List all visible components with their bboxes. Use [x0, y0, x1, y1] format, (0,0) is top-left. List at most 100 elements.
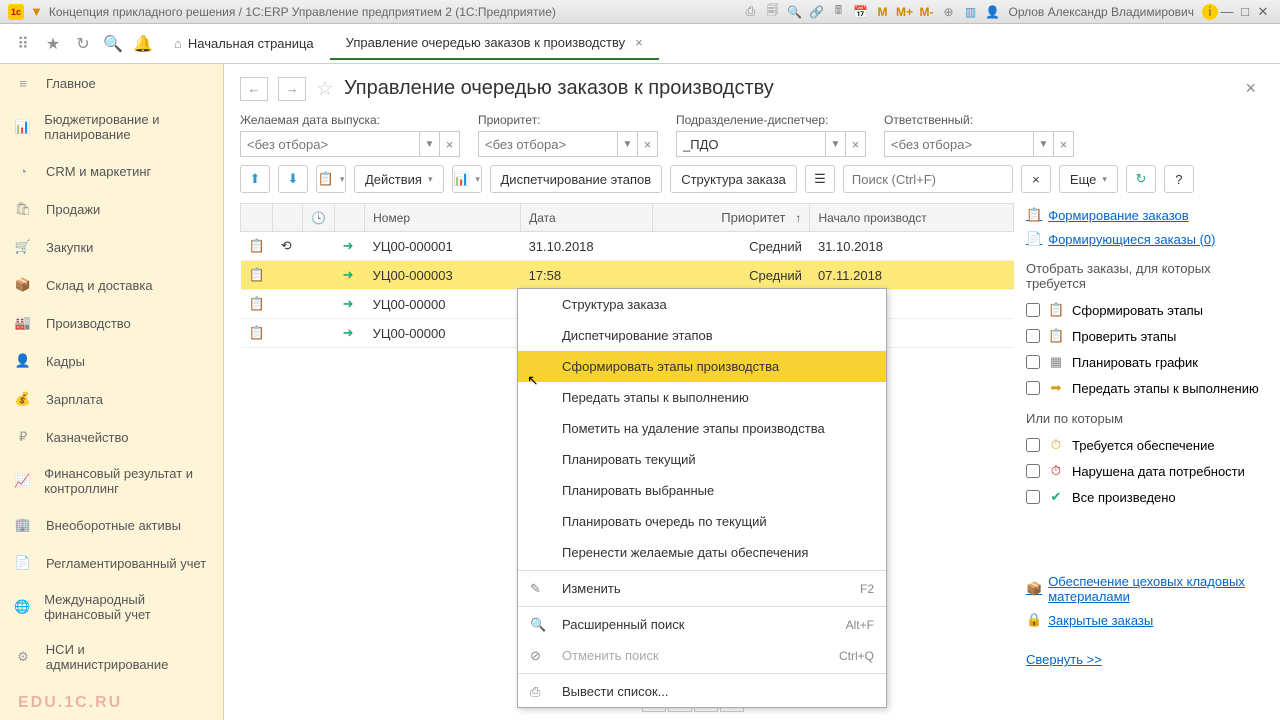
sidebar-item-crm[interactable]: ◔CRM и маркетинг: [0, 152, 223, 190]
link-forming-orders[interactable]: 📄Формирующиеся заказы (0): [1026, 227, 1264, 251]
structure-button[interactable]: Структура заказа: [670, 165, 797, 193]
context-menu-item[interactable]: Сформировать этапы производства: [518, 351, 886, 382]
move-down-button[interactable]: ⬇: [278, 165, 308, 193]
context-menu-item[interactable]: ⊘Отменить поискCtrl+Q: [518, 640, 886, 671]
context-menu-item[interactable]: Планировать очередь по текущий: [518, 506, 886, 537]
forward-button[interactable]: →: [278, 77, 306, 101]
panels-icon[interactable]: ▥: [962, 4, 978, 20]
m-minus-icon[interactable]: M-: [918, 4, 934, 20]
sidebar-item-hr[interactable]: 👤Кадры: [0, 342, 223, 380]
sidebar-item-treasury[interactable]: ₽Казначейство: [0, 418, 223, 456]
zoom-icon[interactable]: ⊕: [940, 4, 956, 20]
link-icon[interactable]: 🔗: [808, 4, 824, 20]
help-button[interactable]: ?: [1164, 165, 1194, 193]
context-menu-item[interactable]: 🔍Расширенный поискAlt+F: [518, 609, 886, 640]
search-icon[interactable]: 🔍: [786, 4, 802, 20]
star-icon[interactable]: ★: [38, 29, 68, 59]
search-toolbar-icon[interactable]: 🔍: [98, 29, 128, 59]
tab-active[interactable]: Управление очередью заказов к производст…: [330, 27, 659, 60]
new-button[interactable]: 📋▾: [316, 165, 346, 193]
actions-button[interactable]: Действия▾: [354, 165, 444, 193]
maximize-button[interactable]: □: [1236, 4, 1254, 20]
filter-priority-input[interactable]: [478, 131, 618, 157]
sidebar-item-warehouse[interactable]: 📦Склад и доставка: [0, 266, 223, 304]
sidebar-item-admin[interactable]: ⚙НСИ и администрирование: [0, 632, 223, 682]
tab-home[interactable]: ⌂ Начальная страница: [158, 28, 330, 59]
m-icon[interactable]: M: [874, 4, 890, 20]
sidebar-item-finance[interactable]: 📈Финансовый результат и контроллинг: [0, 456, 223, 506]
sidebar-item-production[interactable]: 🏭Производство: [0, 304, 223, 342]
col-number[interactable]: Номер: [365, 204, 521, 232]
filter-checkbox[interactable]: 📋Сформировать этапы: [1026, 297, 1264, 323]
col-priority[interactable]: Приоритет ↑: [652, 204, 810, 232]
doc-icon[interactable]: 🗐: [764, 4, 780, 20]
calc-icon[interactable]: 🖩: [830, 4, 846, 20]
sidebar-item-salary[interactable]: 💰Зарплата: [0, 380, 223, 418]
collapse-link[interactable]: Свернуть >>: [1026, 652, 1102, 667]
filter-checkbox[interactable]: ⏱Нарушена дата потребности: [1026, 458, 1264, 484]
info-icon[interactable]: i: [1202, 4, 1218, 20]
table-row[interactable]: 📋➜УЦ00-00000317:58Средний07.11.2018: [241, 261, 1014, 290]
sidebar-item-budget[interactable]: 📊Бюджетирование и планирование: [0, 102, 223, 152]
history-icon[interactable]: ↻: [68, 29, 98, 59]
print-icon[interactable]: ⎙: [742, 4, 758, 20]
col-start[interactable]: Начало производст: [810, 204, 1014, 232]
apps-icon[interactable]: ⠿: [8, 29, 38, 59]
dispatch-button[interactable]: Диспетчирование этапов: [490, 165, 663, 193]
filter-checkbox[interactable]: ✔Все произведено: [1026, 484, 1264, 510]
dropdown-icon[interactable]: ▼: [30, 4, 43, 19]
tab-close-icon[interactable]: ×: [635, 35, 643, 50]
search-clear-button[interactable]: ×: [1021, 165, 1051, 193]
context-menu-item[interactable]: Планировать текущий: [518, 444, 886, 475]
filter-checkbox[interactable]: ➡Передать этапы к выполнению: [1026, 375, 1264, 401]
m-plus-icon[interactable]: M+: [896, 4, 912, 20]
filter-date-input[interactable]: [240, 131, 420, 157]
bell-icon[interactable]: 🔔: [128, 29, 158, 59]
dropdown-icon[interactable]: ▼: [1034, 131, 1054, 157]
table-row[interactable]: 📋⟲➜УЦ00-00000131.10.2018Средний31.10.201…: [241, 232, 1014, 261]
context-menu-item[interactable]: Диспетчирование этапов: [518, 320, 886, 351]
reports-button[interactable]: 📊▾: [452, 165, 482, 193]
dropdown-icon[interactable]: ▼: [826, 131, 846, 157]
clear-icon[interactable]: ×: [1054, 131, 1074, 157]
list-button[interactable]: ☰: [805, 165, 835, 193]
close-page-button[interactable]: ×: [1237, 78, 1264, 99]
filter-dept-input[interactable]: [676, 131, 826, 157]
dropdown-icon[interactable]: ▼: [618, 131, 638, 157]
favorite-star-icon[interactable]: ☆: [316, 76, 334, 101]
user-name[interactable]: Орлов Александр Владимирович: [1008, 5, 1194, 19]
sidebar-item-accounting[interactable]: 📄Регламентированный учет: [0, 544, 223, 582]
more-button[interactable]: Еще▾: [1059, 165, 1118, 193]
user-icon[interactable]: 👤: [984, 4, 1000, 20]
link-form-orders[interactable]: 📋Формирование заказов: [1026, 203, 1264, 227]
move-up-button[interactable]: ⬆: [240, 165, 270, 193]
sidebar-item-main[interactable]: ≡Главное: [0, 64, 223, 102]
refresh-button[interactable]: ↻: [1126, 165, 1156, 193]
context-menu-item[interactable]: ✎ИзменитьF2: [518, 573, 886, 604]
sidebar-item-intl[interactable]: 🌐Международный финансовый учет: [0, 582, 223, 632]
filter-resp-input[interactable]: [884, 131, 1034, 157]
clear-icon[interactable]: ×: [846, 131, 866, 157]
context-menu-item[interactable]: Планировать выбранные: [518, 475, 886, 506]
context-menu-item[interactable]: ⎙Вывести список...: [518, 676, 886, 707]
dropdown-icon[interactable]: ▼: [420, 131, 440, 157]
sidebar-item-assets[interactable]: 🏢Внеоборотные активы: [0, 506, 223, 544]
context-menu-item[interactable]: Передать этапы к выполнению: [518, 382, 886, 413]
calendar-icon[interactable]: 📅: [852, 4, 868, 20]
filter-checkbox[interactable]: ⏱Требуется обеспечение: [1026, 432, 1264, 458]
search-input[interactable]: [843, 165, 1013, 193]
filter-checkbox[interactable]: 📋Проверить этапы: [1026, 323, 1264, 349]
minimize-button[interactable]: —: [1218, 4, 1236, 20]
context-menu-item[interactable]: Перенести желаемые даты обеспечения: [518, 537, 886, 568]
close-window-button[interactable]: ✕: [1254, 4, 1272, 20]
back-button[interactable]: ←: [240, 77, 268, 101]
clear-icon[interactable]: ×: [638, 131, 658, 157]
filter-checkbox[interactable]: ▦Планировать график: [1026, 349, 1264, 375]
link-closed-orders[interactable]: 🔒Закрытые заказы: [1026, 608, 1264, 632]
clear-icon[interactable]: ×: [440, 131, 460, 157]
context-menu-item[interactable]: Структура заказа: [518, 289, 886, 320]
context-menu-item[interactable]: Пометить на удаление этапы производства: [518, 413, 886, 444]
link-materials[interactable]: 📦Обеспечение цеховых кладовых материалам…: [1026, 570, 1264, 608]
sidebar-item-purchase[interactable]: 🛒Закупки: [0, 228, 223, 266]
col-date[interactable]: Дата: [521, 204, 653, 232]
